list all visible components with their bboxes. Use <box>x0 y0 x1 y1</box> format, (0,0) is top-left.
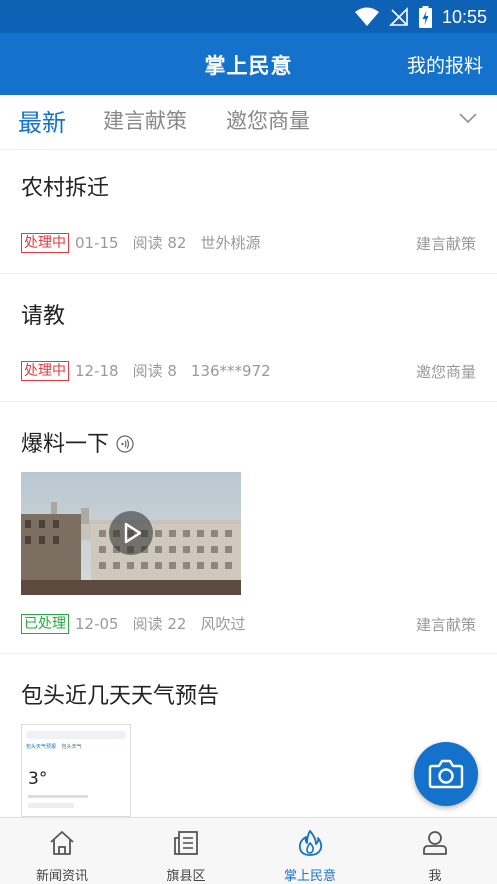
audio-icon <box>116 435 134 453</box>
home-icon <box>50 831 74 855</box>
post-title: 爆料一下 <box>21 426 134 458</box>
no-signal-icon <box>389 7 408 26</box>
flame-icon <box>298 830 323 856</box>
post-meta: 已处理 12-05 阅读 22 风吹过 <box>21 613 259 634</box>
post-title-text: 爆料一下 <box>21 432 110 457</box>
post-author: 风吹过 <box>200 615 246 633</box>
post-date: 01-15 <box>75 233 119 252</box>
list-item[interactable]: 农村拆迁 处理中 01-15 阅读 82 世外桃源 建言献策 <box>0 150 497 274</box>
wifi-icon <box>354 7 379 26</box>
nav-county[interactable]: 旗县区 <box>124 818 248 884</box>
list-item[interactable]: 请教 处理中 12-18 阅读 8 136***972 邀您商量 <box>0 274 497 402</box>
tab-consultation[interactable]: 邀您商量 <box>226 105 310 135</box>
post-author: 世外桃源 <box>200 234 261 252</box>
post-category: 建言献策 <box>415 235 476 253</box>
person-icon <box>423 831 447 855</box>
nav-label: 旗县区 <box>166 869 206 884</box>
nav-news[interactable]: 新闻资讯 <box>0 818 124 884</box>
category-tabs: 最新 建言献策 邀您商量 <box>0 95 497 150</box>
status-badge: 处理中 <box>21 360 69 381</box>
list-item[interactable]: 爆料一下 已处理 12-05 阅读 22 风吹过 建言献策 <box>0 402 497 654</box>
video-thumbnail[interactable] <box>21 472 241 595</box>
tab-suggestions[interactable]: 建言献策 <box>103 105 187 135</box>
status-bar: 10:55 <box>0 0 497 33</box>
nav-me[interactable]: 我 <box>373 818 497 884</box>
post-title: 请教 <box>21 304 66 329</box>
my-reports-button[interactable]: 我的报料 <box>407 51 483 78</box>
thumb-tab-2: 包头天气 <box>61 744 82 750</box>
battery-charging-icon <box>418 6 432 28</box>
camera-button[interactable] <box>414 742 478 806</box>
play-button[interactable] <box>109 511 153 555</box>
post-title: 农村拆迁 <box>21 176 110 201</box>
image-thumbnail[interactable]: 包头天气预报 包头天气 3° <box>21 724 131 817</box>
post-meta: 处理中 12-18 阅读 8 136***972 <box>21 360 285 381</box>
nav-label: 我 <box>428 869 442 884</box>
nav-label: 新闻资讯 <box>35 869 88 884</box>
thumb-temp: 3° <box>28 769 48 789</box>
nav-label: 掌上民意 <box>283 869 336 884</box>
app-bar: 掌上民意 我的报料 <box>0 33 497 95</box>
status-badge: 已处理 <box>21 613 69 634</box>
clock: 10:55 <box>441 6 487 27</box>
thumb-tab-1: 包头天气预报 <box>26 744 57 750</box>
post-category: 建言献策 <box>415 616 476 634</box>
post-reads: 阅读 22 <box>132 615 187 633</box>
post-date: 12-18 <box>75 361 119 380</box>
nav-public-opinion[interactable]: 掌上民意 <box>248 818 372 884</box>
chevron-down-icon[interactable] <box>459 111 477 125</box>
post-meta: 处理中 01-15 阅读 82 世外桃源 <box>21 232 274 253</box>
post-category: 邀您商量 <box>415 363 476 381</box>
post-date: 12-05 <box>75 614 119 633</box>
post-reads: 阅读 8 <box>132 362 177 380</box>
bottom-nav: 新闻资讯 旗县区 掌上民意 我 <box>0 817 497 884</box>
post-title: 包头近几天天气预告 <box>21 684 220 709</box>
tab-latest[interactable]: 最新 <box>18 103 66 138</box>
status-badge: 处理中 <box>21 232 69 253</box>
post-author: 136***972 <box>190 361 271 380</box>
post-reads: 阅读 82 <box>132 234 187 252</box>
camera-icon <box>428 759 464 789</box>
news-icon <box>174 831 198 855</box>
play-icon <box>124 522 142 544</box>
